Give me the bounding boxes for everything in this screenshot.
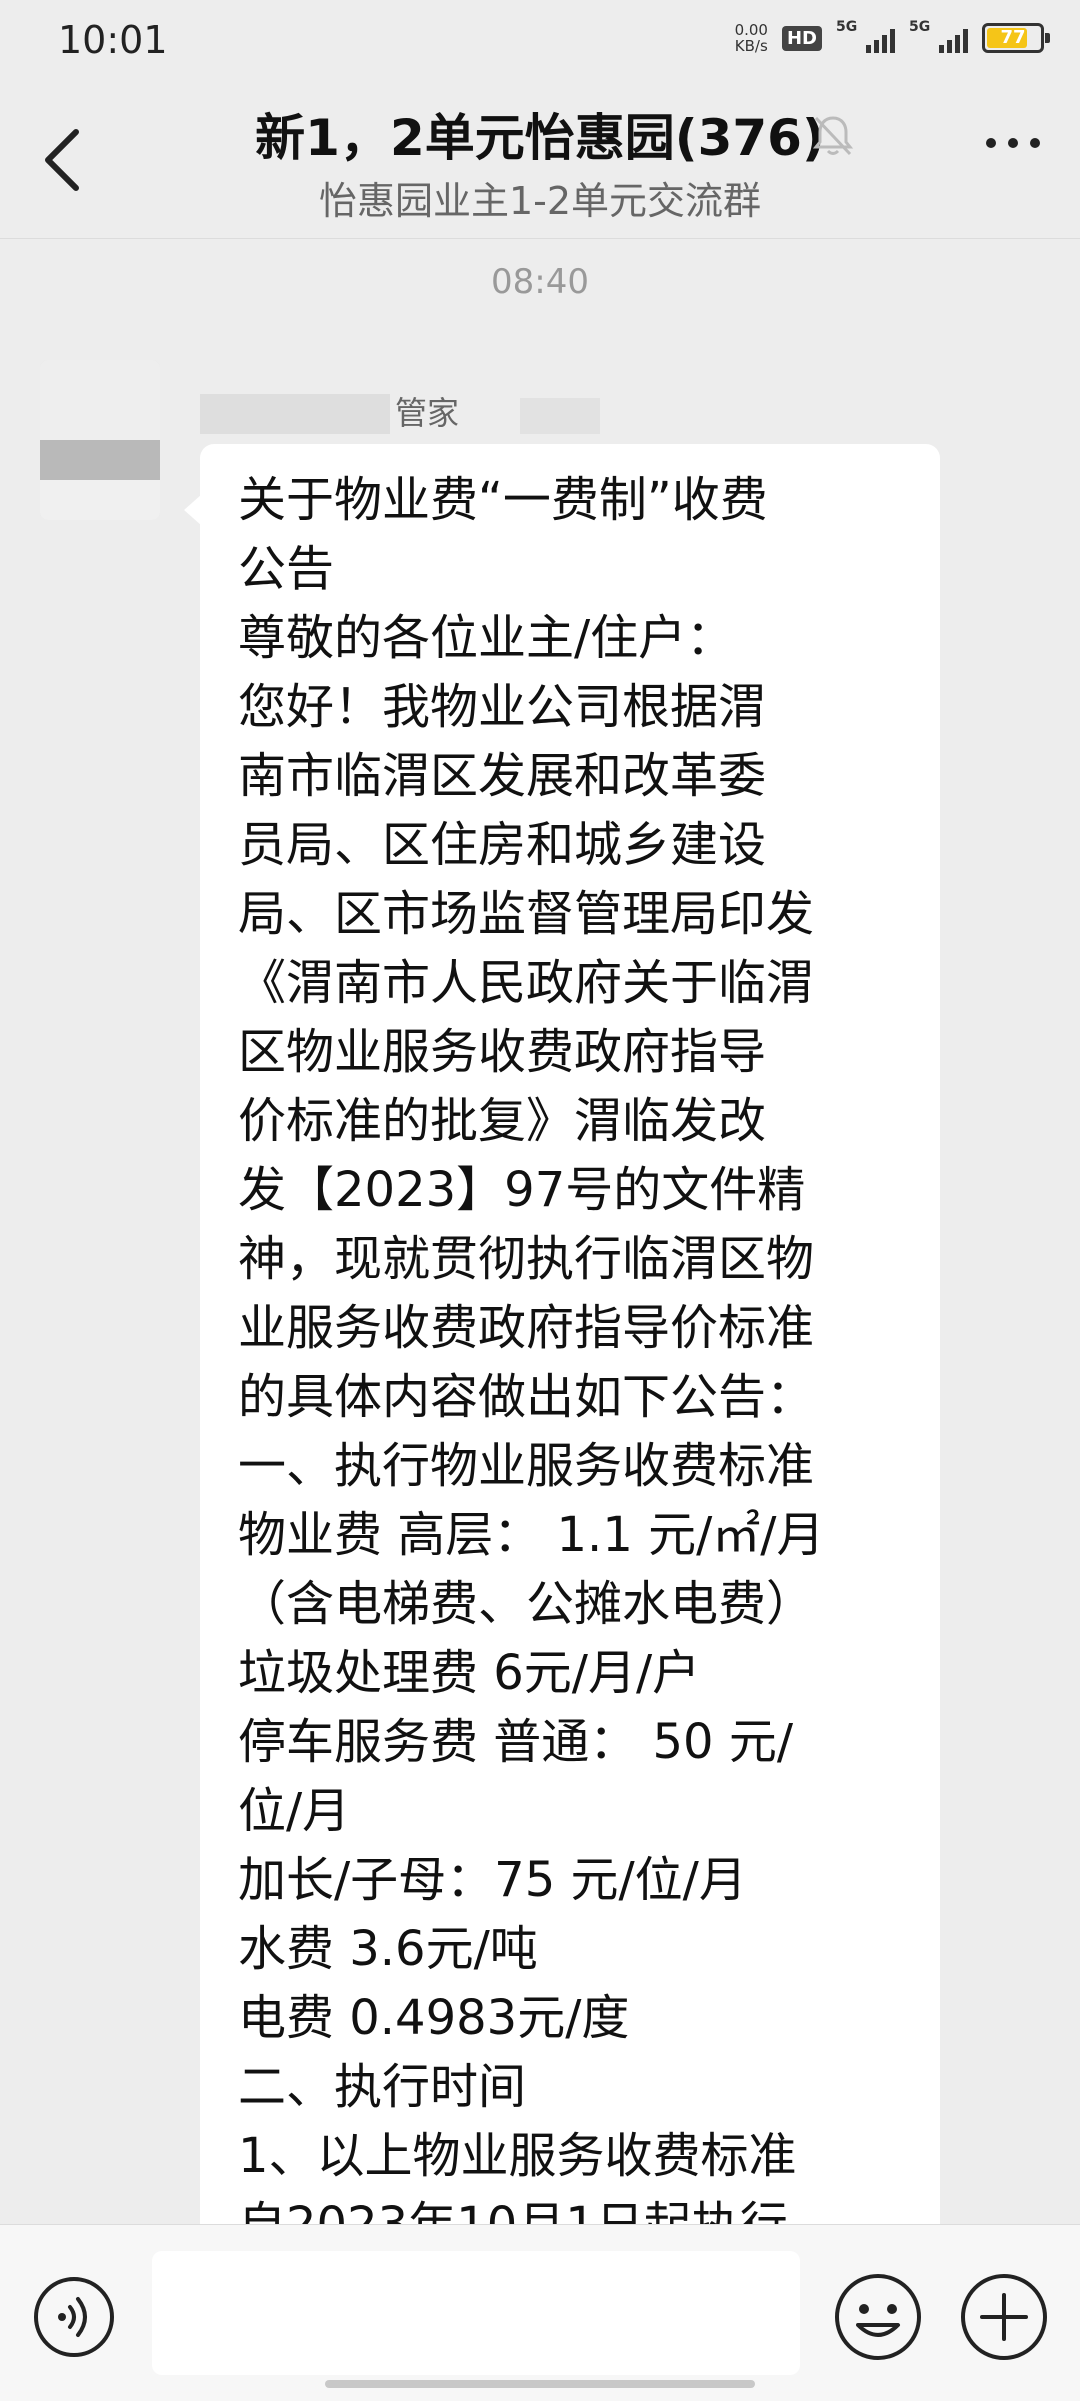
message-bubble[interactable]: 关于物业费“一费制”收费 公告尊敬的各位业主/住户： 您好！我物业公司根据渭 南市临渭… <box>200 444 940 2244</box>
hd-icon: HD <box>781 25 822 51</box>
message-line: 二、执行时间 <box>238 2059 527 2115</box>
sender-name-mask <box>200 394 390 434</box>
message-line: 发【2023】97号的文件精 <box>238 1162 806 1218</box>
network-speed-value: 0.00 <box>734 21 768 39</box>
message-line: 《渭南市人民政府关于临渭 <box>238 955 815 1011</box>
network-speed-unit: KB/s <box>734 37 768 55</box>
message-line: 价标准的批复》渭临发改 <box>238 1093 767 1149</box>
message-line: 公告 <box>238 541 335 597</box>
sender-name-text: 管家 <box>395 394 460 432</box>
input-bar <box>0 2224 1080 2401</box>
more-dot <box>1030 138 1040 148</box>
message-line: 您好！我物业公司根据渭 <box>238 679 767 735</box>
chat-subtitle: 怡惠园业主1-2单元交流群 <box>318 179 762 223</box>
bell-off-icon <box>812 116 854 156</box>
status-time: 10:01 <box>58 18 168 62</box>
message-line: 水费 3.6元/吨 <box>238 1921 538 1977</box>
message-line: 电费 0.4983元/度 <box>238 1990 630 2046</box>
message-line: 神，现就贯彻执行临渭区物 <box>238 1231 815 1287</box>
message-line: 局、区市场监督管理局印发 <box>238 886 815 942</box>
message-line: 位/月 <box>238 1783 351 1839</box>
battery-level: 77 <box>1000 27 1026 48</box>
message-line: 停车服务费 普通： 50 元/ <box>238 1714 794 1770</box>
status-icons: 0.00 KB/s HD 5G 5G 77 <box>735 19 1050 54</box>
emoji-icon[interactable] <box>832 2271 924 2363</box>
message-line: 关于物业费“一费制”收费 <box>238 472 768 528</box>
more-dot <box>986 138 996 148</box>
signal-label: 5G <box>836 19 858 35</box>
avatar[interactable] <box>40 360 160 520</box>
battery-icon: 77 <box>982 23 1050 53</box>
message-line: 垃圾处理费 6元/月/户 <box>238 1645 701 1701</box>
message-timestamp: 08:40 <box>491 262 589 302</box>
voice-icon[interactable] <box>32 2275 116 2359</box>
home-indicator[interactable] <box>325 2380 755 2388</box>
sender-name-mask <box>520 398 600 434</box>
signal-label: 5G <box>909 19 931 35</box>
network-speed: 0.00 KB/s <box>735 22 768 54</box>
message-line: （含电梯费、公摊水电费） <box>238 1576 815 1632</box>
signal-5g-icon: 5G <box>909 19 968 53</box>
message-line: 尊敬的各位业主/住户： <box>238 610 735 666</box>
message-line: 加长/子母：75 元/位/月 <box>238 1852 747 1908</box>
more-button[interactable] <box>986 138 1040 148</box>
chat-title: 新1，2单元怡惠园(376) <box>255 109 825 167</box>
message-line: 1、以上物业服务收费标准 <box>238 2128 797 2184</box>
message-line: 物业费 高层： 1.1 元/㎡/月 <box>238 1507 825 1563</box>
chat-header: 新1，2单元怡惠园(376) 怡惠园业主1-2单元交流群 <box>0 80 1080 239</box>
message-line: 南市临渭区发展和改革委 <box>238 748 767 804</box>
status-bar: 10:01 0.00 KB/s HD 5G 5G 77 <box>0 0 1080 80</box>
message-line: 员局、区住房和城乡建设 <box>238 817 767 873</box>
message-line: 的具体内容做出如下公告： <box>238 1369 815 1425</box>
more-dot <box>1008 138 1018 148</box>
message-input[interactable] <box>152 2251 800 2375</box>
signal-5g-icon: 5G <box>836 19 895 53</box>
message-line: 区物业服务收费政府指导 <box>238 1024 767 1080</box>
plus-icon[interactable] <box>958 2271 1050 2363</box>
message-line: 一、执行物业服务收费标准 <box>238 1438 815 1494</box>
message-line: 业服务收费政府指导价标准 <box>238 1300 815 1356</box>
